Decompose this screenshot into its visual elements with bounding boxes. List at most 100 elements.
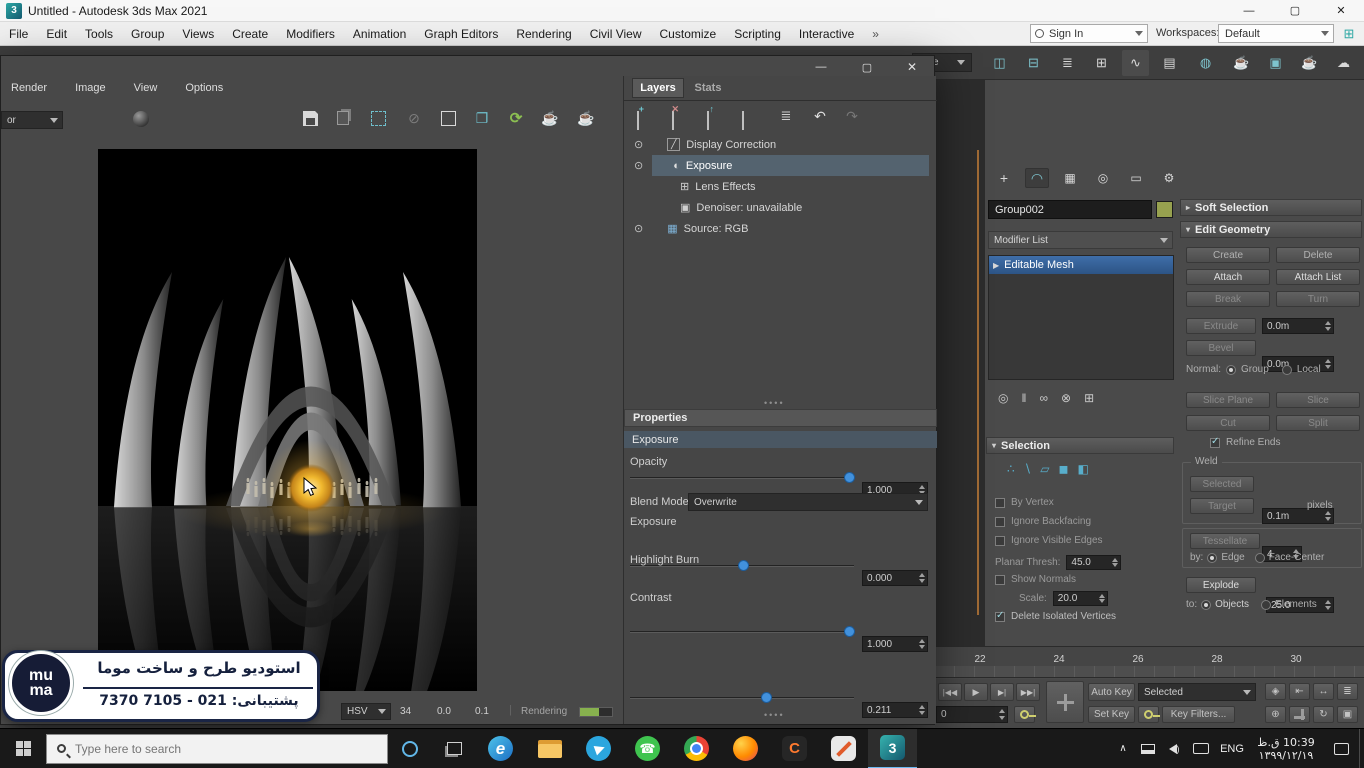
menu-views[interactable]: Views <box>173 22 223 45</box>
by-vertex-checkbox[interactable] <box>995 498 1005 508</box>
layer-row-denoiser[interactable]: ▣ Denoiser: unavailable <box>624 197 937 218</box>
taskbar-app-c[interactable]: C <box>770 729 819 768</box>
language-indicator[interactable]: ENG <box>1215 729 1249 768</box>
schematic-view-icon[interactable]: ▤ <box>1156 50 1183 76</box>
touch-keyboard-icon[interactable] <box>1187 729 1215 768</box>
menu-interactive[interactable]: Interactive <box>790 22 863 45</box>
layer-list-icon[interactable]: ≣ <box>776 106 796 126</box>
panel-splitter-handle[interactable]: •••• <box>764 710 785 720</box>
color-sphere-icon[interactable] <box>133 111 149 127</box>
show-normals-checkbox[interactable] <box>995 575 1005 585</box>
go-to-start-button[interactable]: |◀◀ <box>938 683 962 701</box>
ignore-visible-edges-checkbox[interactable] <box>995 536 1005 546</box>
object-name-field[interactable]: Group002 <box>988 200 1152 219</box>
attach-list-button[interactable]: Attach List <box>1276 269 1360 285</box>
undo-icon[interactable]: ↶ <box>810 106 830 126</box>
menu-customize[interactable]: Customize <box>651 22 726 45</box>
normal-group-radio[interactable] <box>1226 365 1236 375</box>
modifier-list-dropdown[interactable]: Modifier List <box>988 231 1173 249</box>
duplicate-layer-icon[interactable]: ↑ <box>707 112 709 130</box>
menu-graph-editors[interactable]: Graph Editors <box>415 22 507 45</box>
turn-button[interactable]: Turn <box>1276 291 1360 307</box>
set-keys-icon[interactable] <box>1014 706 1035 723</box>
visibility-eye-icon[interactable]: ⊙ <box>634 159 643 172</box>
taskbar-app-whatsapp[interactable]: ☎ <box>623 729 672 768</box>
tab-stats[interactable]: Stats <box>686 78 730 98</box>
slider-handle[interactable] <box>761 692 772 703</box>
save-image-icon[interactable] <box>303 111 318 126</box>
panel-splitter-handle[interactable]: •••• <box>764 398 785 408</box>
taskbar-app-explorer[interactable] <box>525 729 574 768</box>
border-subobject-icon[interactable]: ▱ <box>1040 462 1049 476</box>
sign-in-dropdown[interactable]: Sign In <box>1030 24 1148 43</box>
slider-handle[interactable] <box>844 472 855 483</box>
network-icon[interactable] <box>1135 729 1161 768</box>
menu-animation[interactable]: Animation <box>344 22 415 45</box>
attach-button[interactable]: Attach <box>1186 269 1270 285</box>
show-end-result-icon[interactable]: ‖ <box>1021 391 1026 405</box>
tray-expand-icon[interactable]: ∧ <box>1111 729 1135 768</box>
split-button[interactable]: Split <box>1276 415 1360 431</box>
to-elements-radio[interactable] <box>1261 600 1271 610</box>
render-production-icon[interactable]: ☕ <box>1296 50 1323 76</box>
taskbar-app-firefox[interactable] <box>721 729 770 768</box>
next-frame-button[interactable]: ▶| <box>990 683 1014 701</box>
configure-modifier-sets-icon[interactable]: ⊞ <box>1084 391 1094 405</box>
go-to-end-button[interactable]: ▶▶| <box>1016 683 1040 701</box>
exposure-spinner[interactable]: 0.000 <box>862 570 928 586</box>
minimize-button[interactable]: — <box>1226 0 1272 22</box>
vfb-menu-render[interactable]: Render <box>11 82 47 94</box>
motion-tab-icon[interactable]: ◎ <box>1091 168 1115 188</box>
slider-handle[interactable] <box>844 626 855 637</box>
edit-geometry-rollout-header[interactable]: ▾ Edit Geometry <box>1180 221 1362 238</box>
color-mode-dropdown[interactable]: HSV <box>341 703 391 720</box>
translate-keys-icon[interactable]: ↔ <box>1313 683 1334 700</box>
stack-item-editable-mesh[interactable]: ▶ Editable Mesh <box>989 256 1173 274</box>
taskbar-app-edge[interactable]: e <box>476 729 525 768</box>
soft-selection-rollout-header[interactable]: ▸ Soft Selection <box>1180 199 1362 216</box>
navigation-pad-button[interactable] <box>1046 681 1084 723</box>
vfb-maximize-button[interactable]: ▢ <box>847 58 887 76</box>
make-unique-icon[interactable]: ∞ <box>1039 391 1048 405</box>
select-region-icon[interactable] <box>371 111 386 126</box>
tab-layers[interactable]: Layers <box>632 78 684 98</box>
by-face-center-radio[interactable] <box>1255 553 1265 563</box>
selection-set-dropdown[interactable]: Selected <box>1138 683 1256 701</box>
workspace-switcher-icon[interactable]: ⊞ <box>1340 25 1358 43</box>
clock[interactable]: 10:39 ق.ظ ۱۳۹۹/۱۲/۱۹ <box>1249 729 1323 768</box>
layer-row-source-rgb[interactable]: ⊙ ▦ Source: RGB <box>624 218 937 239</box>
remove-modifier-icon[interactable]: ⊗ <box>1061 391 1071 405</box>
slice-button[interactable]: Slice <box>1276 392 1360 408</box>
normals-scale-spinner[interactable]: 20.0 <box>1053 591 1108 606</box>
render-teapot-icon[interactable]: ☕ <box>541 108 559 128</box>
set-key-mode-icon[interactable] <box>1138 706 1159 723</box>
save-layers-icon[interactable] <box>742 112 744 130</box>
zoom-viewport-icon[interactable]: ⊕ <box>1265 706 1286 723</box>
set-key-button[interactable]: Set Key <box>1088 706 1135 723</box>
menu-edit[interactable]: Edit <box>37 22 76 45</box>
vfb-minimize-button[interactable]: — <box>801 58 841 76</box>
menu-rendering[interactable]: Rendering <box>507 22 580 45</box>
vfb-menu-view[interactable]: View <box>134 82 158 94</box>
create-button[interactable]: Create <box>1186 247 1270 263</box>
render-teapot-outline-icon[interactable]: ☕ <box>577 108 595 128</box>
display-tab-icon[interactable]: ▭ <box>1124 168 1148 188</box>
menu-scripting[interactable]: Scripting <box>725 22 790 45</box>
selection-rollout-header[interactable]: ▾ Selection <box>986 437 1174 454</box>
delete-layer-icon[interactable]: ✕ <box>672 112 674 130</box>
highlight-burn-slider[interactable] <box>630 626 854 638</box>
close-button[interactable]: ✕ <box>1318 0 1364 22</box>
render-setup-icon[interactable]: ☕ <box>1228 50 1255 76</box>
orbit-viewport-icon[interactable]: ↻ <box>1313 706 1334 723</box>
object-color-swatch[interactable] <box>1156 201 1173 218</box>
channel-dropdown[interactable]: or <box>1 111 63 129</box>
normal-local-radio[interactable] <box>1282 365 1292 375</box>
visibility-eye-icon[interactable]: ⊙ <box>634 138 643 151</box>
taskbar-app-telegram[interactable] <box>574 729 623 768</box>
show-normals-row[interactable]: Show Normals <box>995 574 1076 585</box>
menu-overflow-chevron[interactable]: » <box>863 22 888 45</box>
layer-explorer-icon[interactable]: ≣ <box>1054 50 1081 76</box>
modify-tab-icon[interactable]: ◠ <box>1025 168 1049 188</box>
show-desktop-button[interactable] <box>1359 729 1364 768</box>
tessellate-button[interactable]: Tessellate <box>1190 533 1260 549</box>
